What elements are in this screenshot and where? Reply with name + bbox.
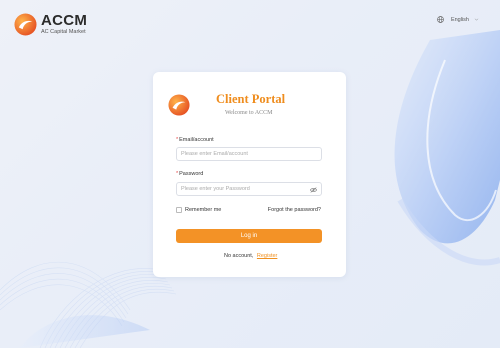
login-button[interactable]: Log in (176, 229, 322, 243)
accm-logo-icon (168, 94, 190, 116)
remember-me-label: Remember me (185, 207, 222, 213)
email-input[interactable] (176, 147, 322, 161)
brand-header: ACCM AC Capital Market (14, 13, 87, 36)
login-card: Client Portal Welcome to ACCM *Email/acc… (153, 72, 346, 277)
brand-name: ACCM (41, 12, 88, 29)
page-title: Client Portal (216, 92, 286, 106)
forgot-password-link[interactable]: Forgot the password? (268, 207, 321, 213)
required-marker: * (176, 137, 179, 143)
email-label: *Email/account (176, 137, 214, 143)
globe-icon (437, 16, 444, 23)
remember-me-checkbox[interactable]: Remember me (176, 207, 221, 213)
no-account-text: No account, (224, 253, 254, 259)
brand-tagline: AC Capital Market (41, 29, 86, 35)
register-link[interactable]: Register (257, 253, 277, 259)
password-input[interactable] (176, 182, 322, 196)
required-marker: * (176, 171, 179, 177)
eye-toggle-icon[interactable] (310, 187, 317, 193)
chevron-down-icon (474, 18, 479, 21)
checkbox-box[interactable] (176, 207, 182, 213)
register-prompt: No account, Register (224, 253, 277, 259)
password-label: *Password (176, 171, 204, 177)
accm-logo-icon (14, 13, 37, 36)
language-label: English (450, 16, 469, 23)
language-selector[interactable]: English (437, 16, 479, 23)
welcome-subtitle: Welcome to ACCM (225, 110, 273, 116)
